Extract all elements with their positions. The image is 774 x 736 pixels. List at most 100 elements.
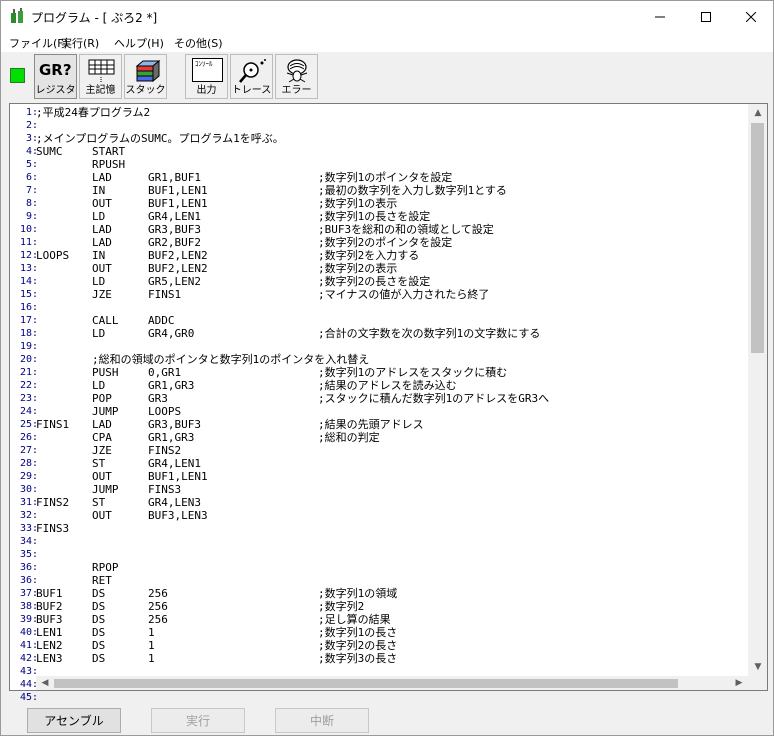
line-number: 33 [19,523,32,534]
code-line[interactable]: FINS1 LAD GR3,BUF3 ;結果の先頭アドレス [36,418,748,431]
maximize-button[interactable] [683,1,729,32]
code-comment: ;結果のアドレスを読み込む [318,379,457,392]
line-number: 15 [19,289,32,300]
code-opcode: OUT [92,197,112,210]
line-number: 17 [19,315,32,326]
code-line[interactable]: POP GR3 ;スタックに積んだ数字列1のアドレスをGR3へ [36,392,748,405]
code-opcode: DS [92,587,106,600]
line-number: 21 [19,367,32,378]
menu-run[interactable]: 実行(R) [61,35,99,51]
code-line[interactable]: BUF2 DS 256 ;数字列2 [36,600,748,613]
code-line[interactable]: LD GR5,LEN2 ;数字列2の長さを設定 [36,275,748,288]
scroll-right-arrow-icon[interactable]: ▶ [732,676,746,690]
line-number: 25 [19,419,32,430]
scroll-up-arrow-icon[interactable]: ▲ [751,106,765,120]
code-line[interactable]: RPOP [36,561,748,574]
code-comment: ;数字列3の長さ [318,652,398,665]
line-number: 36 [19,575,32,586]
register-button[interactable]: GR? レジスタ [34,54,77,99]
line-number: 9 [25,211,32,222]
line-number: 32 [19,510,32,521]
code-line[interactable]: IN BUF1,LEN1 ;最初の数字列を入力し数字列1とする [36,184,748,197]
code-comment: ;数字列2の長さ [318,639,398,652]
code-line[interactable]: LEN2 DS 1 ;数字列2の長さ [36,639,748,652]
code-line[interactable] [36,340,748,353]
vertical-scroll-thumb[interactable] [751,123,764,353]
code-line[interactable]: CPA GR1,GR3 ;総和の判定 [36,431,748,444]
code-opcode: OUT [92,470,112,483]
scroll-down-arrow-icon[interactable]: ▼ [751,660,765,674]
code-label: LEN1 [36,626,63,639]
code-line[interactable]: OUT BUF3,LEN3 [36,509,748,522]
code-line[interactable]: JUMP FINS3 [36,483,748,496]
code-line[interactable]: ;総和の領域のポインタと数字列1のポインタを入れ替え [36,353,748,366]
code-line[interactable]: RPUSH [36,158,748,171]
code-line[interactable]: LD GR1,GR3 ;結果のアドレスを読み込む [36,379,748,392]
code-opcode: LD [92,379,106,392]
code-operand: 1 [148,652,155,665]
code-line[interactable]: FINS3 [36,522,748,535]
code-line[interactable]: LD GR4,GR0 ;合計の文字数を次の数字列1の文字数にする [36,327,748,340]
trace-label: トレース [231,85,272,96]
code-comment: ;数字列2 [318,600,365,613]
trace-button[interactable]: トレース [230,54,273,99]
code-line[interactable]: LAD GR2,BUF2 ;数字列2のポインタを設定 [36,236,748,249]
code-line[interactable]: BUF1 DS 256 ;数字列1の領域 [36,587,748,600]
menu-other[interactable]: その他(S) [174,35,223,51]
code-operand: GR3,BUF3 [148,223,201,236]
code-line[interactable]: LOOPS IN BUF2,LEN2 ;数字列2を入力する [36,249,748,262]
line-number: 28 [19,458,32,469]
code-line[interactable]: PUSH 0,GR1 ;数字列1のアドレスをスタックに積む [36,366,748,379]
code-line[interactable]: ;メインプログラムのSUMC。プログラム1を呼ぶ。 [36,132,748,145]
code-line[interactable]: ST GR4,LEN1 [36,457,748,470]
code-line[interactable]: LAD GR3,BUF3 ;BUF3を総和の和の領域として設定 [36,223,748,236]
code-line[interactable]: SUMC START [36,145,748,158]
code-line[interactable] [36,301,748,314]
code-line[interactable] [36,119,748,132]
code-area[interactable]: ;平成24春プログラム2 ;メインプログラムのSUMC。プログラム1を呼ぶ。 SUM… [36,104,748,678]
code-editor[interactable]: 1:2:3:4:5:6:7:8:9:10:11:12:13:14:15:16:1… [9,103,768,703]
code-line[interactable]: JZE FINS1 ;マイナスの値が入力されたら終了 [36,288,748,301]
code-line[interactable] [36,548,748,561]
code-operand: GR5,LEN2 [148,275,201,288]
output-button[interactable]: ｺﾝｿｰﾙ 出力 [185,54,228,99]
code-operand: GR3,BUF3 [148,418,201,431]
run-button[interactable]: 実行 [151,708,245,733]
memory-button[interactable]: 主記憶 [79,54,122,99]
code-line[interactable]: JZE FINS2 [36,444,748,457]
menu-help[interactable]: ヘルプ(H) [114,35,164,51]
code-line[interactable]: RET [36,574,748,587]
code-line[interactable]: LEN1 DS 1 ;数字列1の長さ [36,626,748,639]
minimize-button[interactable] [637,1,683,32]
code-line[interactable]: ;平成24春プログラム2 [36,106,748,119]
code-operand: GR4,LEN3 [148,496,201,509]
code-line[interactable]: LD GR4,LEN1 ;数字列1の長さを設定 [36,210,748,223]
menu-file[interactable]: ファイル(F) [9,35,68,51]
assemble-button[interactable]: アセンブル [27,708,121,733]
code-opcode: CPA [92,431,112,444]
code-line[interactable]: OUT BUF2,LEN2 ;数字列2の表示 [36,262,748,275]
title-bar[interactable]: プログラム - [ ぷろ2 *] [1,1,773,32]
line-number: 5 [25,159,32,170]
code-opcode: CALL [92,314,119,327]
code-line[interactable]: LEN3 DS 1 ;数字列3の長さ [36,652,748,665]
code-line[interactable]: OUT BUF1,LEN1 ;数字列1の表示 [36,197,748,210]
stack-button[interactable]: スタック [124,54,167,99]
stop-button[interactable]: 中断 [275,708,369,733]
code-line[interactable]: LAD GR1,BUF1 ;数字列1のポインタを設定 [36,171,748,184]
code-line[interactable]: OUT BUF1,LEN1 [36,470,748,483]
code-line[interactable]: FINS2 ST GR4,LEN3 [36,496,748,509]
code-line[interactable]: CALL ADDC [36,314,748,327]
line-number: 8 [25,198,32,209]
code-opcode: IN [92,249,106,262]
error-button[interactable]: エラー [275,54,318,99]
code-opcode: LAD [92,418,112,431]
line-number: 26 [19,432,32,443]
code-line[interactable]: JUMP LOOPS [36,405,748,418]
program-window: プログラム - [ ぷろ2 *] ファイル(F) 実行(R) ヘルプ(H) その… [0,0,774,736]
horizontal-scroll-thumb[interactable] [54,679,678,688]
close-button[interactable] [728,1,774,32]
code-line[interactable] [36,535,748,548]
code-line[interactable]: BUF3 DS 256 ;足し算の結果 [36,613,748,626]
scroll-left-arrow-icon[interactable]: ◀ [38,676,52,690]
